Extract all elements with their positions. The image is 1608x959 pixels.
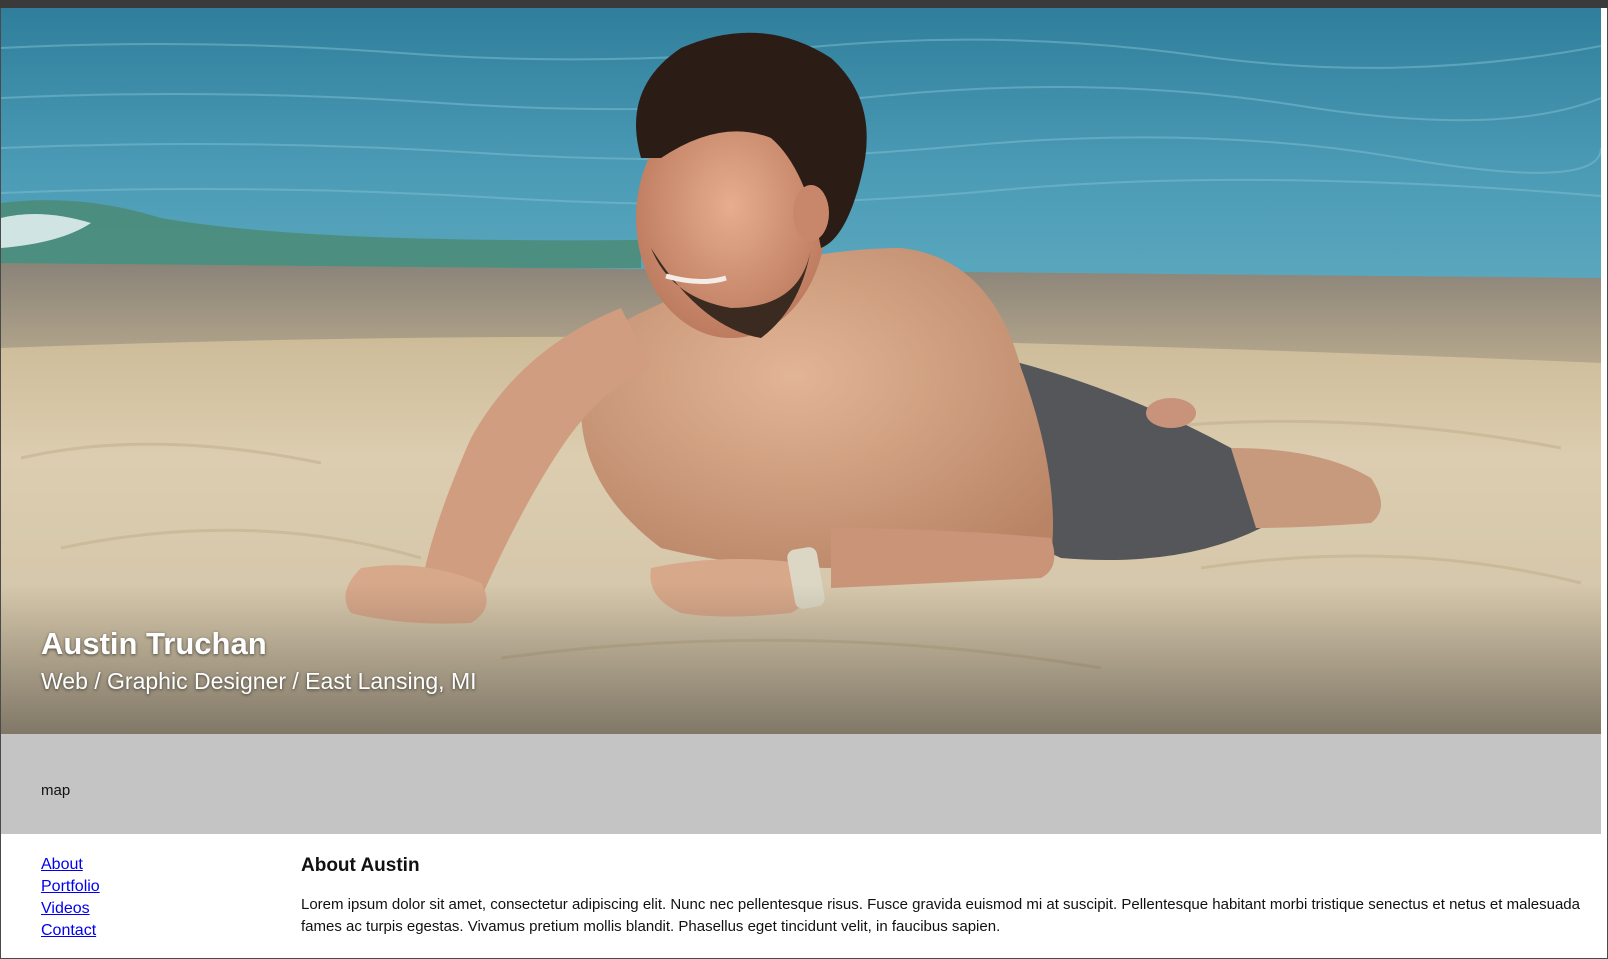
hero-name: Austin Truchan: [41, 626, 267, 661]
about-body: Lorem ipsum dolor sit amet, consectetur …: [301, 896, 1580, 935]
page-frame: Austin Truchan Web / Graphic Designer / …: [0, 8, 1608, 959]
nav-link-about[interactable]: About: [41, 856, 83, 873]
hero-banner: Austin Truchan Web / Graphic Designer / …: [1, 8, 1601, 734]
side-nav: About Portfolio Videos Contact: [41, 854, 100, 942]
nav-link-contact[interactable]: Contact: [41, 922, 96, 939]
about-section: About Austin Lorem ipsum dolor sit amet,…: [301, 854, 1591, 938]
nav-item-videos: Videos: [41, 898, 100, 920]
nav-item-contact: Contact: [41, 920, 100, 942]
about-heading: About Austin: [301, 855, 420, 876]
map-placeholder[interactable]: map: [1, 734, 1601, 834]
map-label: map: [41, 782, 71, 799]
nav-link-portfolio[interactable]: Portfolio: [41, 878, 100, 895]
nav-link-videos[interactable]: Videos: [41, 900, 90, 917]
window-top-bar: [0, 0, 1608, 8]
nav-item-about: About: [41, 854, 100, 876]
nav-item-portfolio: Portfolio: [41, 876, 100, 898]
hero-tagline: Web / Graphic Designer / East Lansing, M…: [41, 668, 477, 694]
